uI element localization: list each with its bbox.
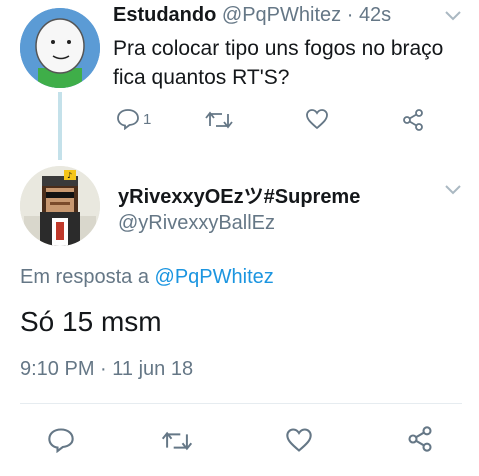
chevron-down-icon[interactable] bbox=[444, 10, 462, 22]
main-avatar[interactable]: ♪ bbox=[20, 166, 100, 246]
parent-time[interactable]: 42s bbox=[359, 4, 391, 26]
parent-handle[interactable]: @PqPWhitez bbox=[222, 4, 341, 26]
reply-context-mention[interactable]: @PqPWhitez bbox=[155, 266, 274, 288]
chevron-down-icon[interactable] bbox=[444, 184, 462, 196]
reply-button[interactable]: 1 bbox=[116, 108, 151, 130]
main-timestamp[interactable]: 9:10 PM · 11 jun 18 bbox=[20, 358, 193, 381]
share-icon bbox=[401, 108, 425, 132]
reply-icon bbox=[116, 108, 140, 130]
parent-text-line2: fica quantos RT'S? bbox=[113, 66, 290, 89]
main-share-button[interactable] bbox=[406, 425, 434, 453]
svg-text:♪: ♪ bbox=[67, 171, 72, 180]
parent-tweet-text: Pra colocar tipo uns fogos no braço fica… bbox=[113, 34, 443, 92]
share-icon bbox=[406, 425, 434, 453]
reply-context: Em resposta a @PqPWhitez bbox=[20, 266, 274, 289]
parent-text-line1: Pra colocar tipo uns fogos no braço bbox=[113, 37, 444, 60]
parent-avatar[interactable] bbox=[20, 8, 100, 88]
reply-context-prefix: Em resposta a bbox=[20, 266, 149, 288]
like-button[interactable] bbox=[305, 108, 329, 130]
main-reply-button[interactable] bbox=[47, 427, 75, 453]
main-retweet-button[interactable] bbox=[161, 430, 193, 452]
like-icon bbox=[285, 427, 313, 453]
main-handle[interactable]: @yRivexxyBallEz bbox=[118, 212, 275, 235]
blank-face-icon bbox=[20, 8, 100, 88]
retweet-button[interactable] bbox=[205, 110, 233, 130]
share-button[interactable] bbox=[401, 108, 425, 132]
reply-count: 1 bbox=[143, 110, 152, 128]
minecraft-avatar-icon: ♪ bbox=[20, 166, 100, 246]
retweet-icon bbox=[205, 110, 233, 130]
main-display-name[interactable]: yRivexxyOEzツ#Supreme bbox=[118, 180, 360, 209]
main-like-button[interactable] bbox=[285, 427, 313, 453]
like-icon bbox=[305, 108, 329, 130]
thread-connector bbox=[58, 92, 62, 160]
retweet-icon bbox=[161, 430, 193, 452]
main-tweet-text: Só 15 msm bbox=[20, 306, 162, 337]
parent-display-name[interactable]: Estudando bbox=[113, 4, 216, 26]
reply-icon bbox=[47, 427, 75, 453]
divider bbox=[20, 403, 462, 404]
parent-separator: · bbox=[346, 4, 354, 26]
